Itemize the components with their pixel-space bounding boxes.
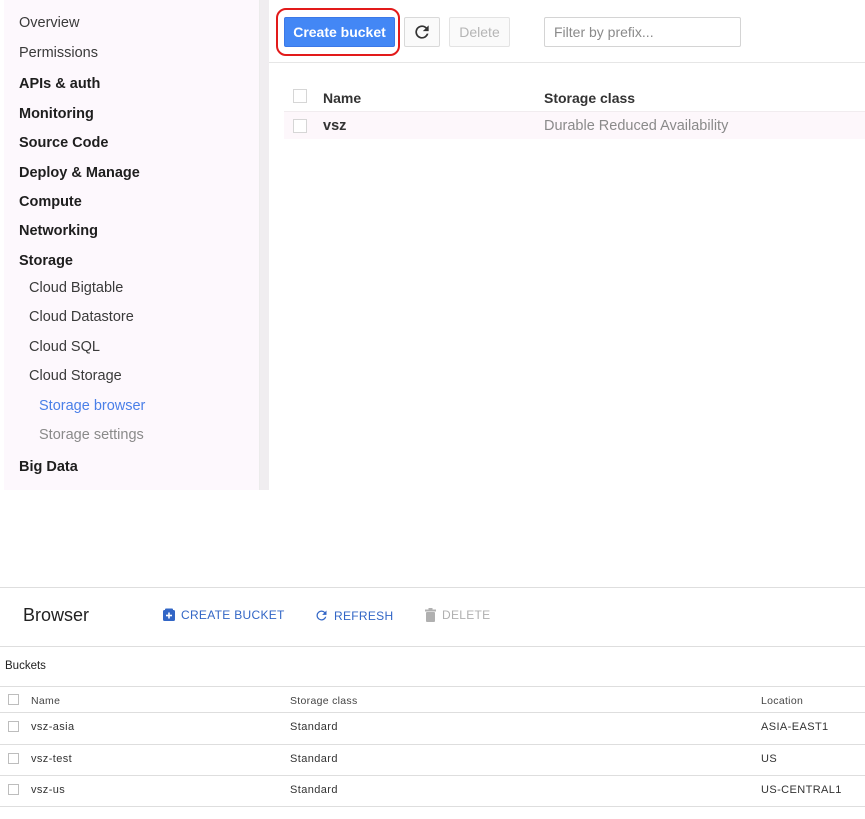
sidebar-divider	[260, 0, 269, 490]
main-content: Create bucket Delete Name Storage class …	[269, 0, 865, 490]
divider	[0, 806, 865, 807]
sidebar-item-cloud-datastore[interactable]: Cloud Datastore	[29, 308, 134, 326]
sidebar-item-overview[interactable]: Overview	[19, 14, 79, 32]
bucket-storage-class: Durable Reduced Availability	[544, 118, 729, 134]
sidebar: Overview Permissions APIs & auth Monitor…	[4, 0, 260, 490]
column-header-name[interactable]: Name	[323, 90, 361, 106]
bucket-name-link[interactable]: vsz-us	[31, 784, 65, 796]
sidebar-item-storage-browser[interactable]: Storage browser	[39, 397, 145, 415]
divider	[0, 744, 865, 745]
bucket-storage-class: Standard	[290, 784, 338, 796]
divider	[0, 686, 865, 687]
column-header-name[interactable]: Name	[31, 695, 60, 707]
divider	[0, 587, 865, 588]
create-bucket-label: CREATE BUCKET	[181, 608, 285, 622]
sidebar-item-cloud-storage[interactable]: Cloud Storage	[29, 367, 122, 385]
sidebar-item-permissions[interactable]: Permissions	[19, 44, 98, 62]
row-checkbox[interactable]	[293, 119, 307, 133]
sidebar-item-cloud-sql[interactable]: Cloud SQL	[29, 338, 100, 356]
filter-by-prefix-input[interactable]	[544, 17, 741, 47]
bucket-location: ASIA-EAST1	[761, 721, 829, 733]
delete-action: DELETE	[424, 608, 490, 622]
delete-button: Delete	[449, 17, 510, 47]
sidebar-item-networking[interactable]: Networking	[19, 222, 98, 240]
sidebar-item-deploy-manage[interactable]: Deploy & Manage	[19, 164, 140, 182]
sidebar-item-monitoring[interactable]: Monitoring	[19, 105, 94, 123]
row-checkbox[interactable]	[8, 784, 19, 795]
toolbar: Create bucket Delete	[269, 0, 865, 63]
column-header-storage-class[interactable]: Storage class	[544, 90, 635, 106]
create-bucket-button[interactable]: Create bucket	[284, 17, 395, 47]
legacy-console-panel: Overview Permissions APIs & auth Monitor…	[0, 0, 865, 490]
bucket-name[interactable]: vsz	[323, 118, 346, 134]
delete-label: DELETE	[442, 608, 491, 622]
table-row[interactable]: vsz Durable Reduced Availability	[284, 111, 865, 139]
sidebar-item-big-data[interactable]: Big Data	[19, 458, 78, 476]
sidebar-item-storage[interactable]: Storage	[19, 252, 73, 270]
sidebar-item-source-code[interactable]: Source Code	[19, 134, 108, 152]
new-console-panel: Browser CREATE BUCKET REFRESH DELETE Buc…	[0, 587, 865, 819]
select-all-checkbox[interactable]	[8, 694, 19, 705]
buckets-subtitle: Buckets	[5, 660, 46, 672]
bucket-name-link[interactable]: vsz-test	[31, 753, 72, 765]
refresh-label: REFRESH	[334, 608, 394, 623]
column-header-location[interactable]: Location	[761, 695, 803, 707]
column-header-storage-class[interactable]: Storage class	[290, 695, 358, 707]
create-bucket-action[interactable]: CREATE BUCKET	[162, 608, 285, 622]
refresh-icon	[415, 25, 429, 39]
divider	[0, 646, 865, 647]
create-bucket-icon	[163, 608, 175, 621]
page-title: Browser	[23, 605, 90, 625]
sidebar-item-cloud-bigtable[interactable]: Cloud Bigtable	[29, 279, 123, 297]
sidebar-item-storage-settings[interactable]: Storage settings	[39, 426, 144, 444]
trash-icon	[425, 608, 436, 622]
sidebar-item-apis-auth[interactable]: APIs & auth	[19, 75, 100, 93]
refresh-icon	[316, 610, 327, 621]
divider	[0, 712, 865, 713]
bucket-storage-class: Standard	[290, 721, 338, 733]
bucket-location: US-CENTRAL1	[761, 784, 842, 796]
row-checkbox[interactable]	[8, 721, 19, 732]
bucket-location: US	[761, 753, 778, 765]
refresh-action[interactable]: REFRESH	[314, 608, 393, 623]
sidebar-item-compute[interactable]: Compute	[19, 193, 82, 211]
bucket-storage-class: Standard	[290, 753, 338, 765]
refresh-button[interactable]	[404, 17, 440, 47]
bucket-name-link[interactable]: vsz-asia	[31, 721, 75, 733]
select-all-checkbox[interactable]	[293, 89, 307, 103]
row-checkbox[interactable]	[8, 753, 19, 764]
divider	[0, 775, 865, 776]
